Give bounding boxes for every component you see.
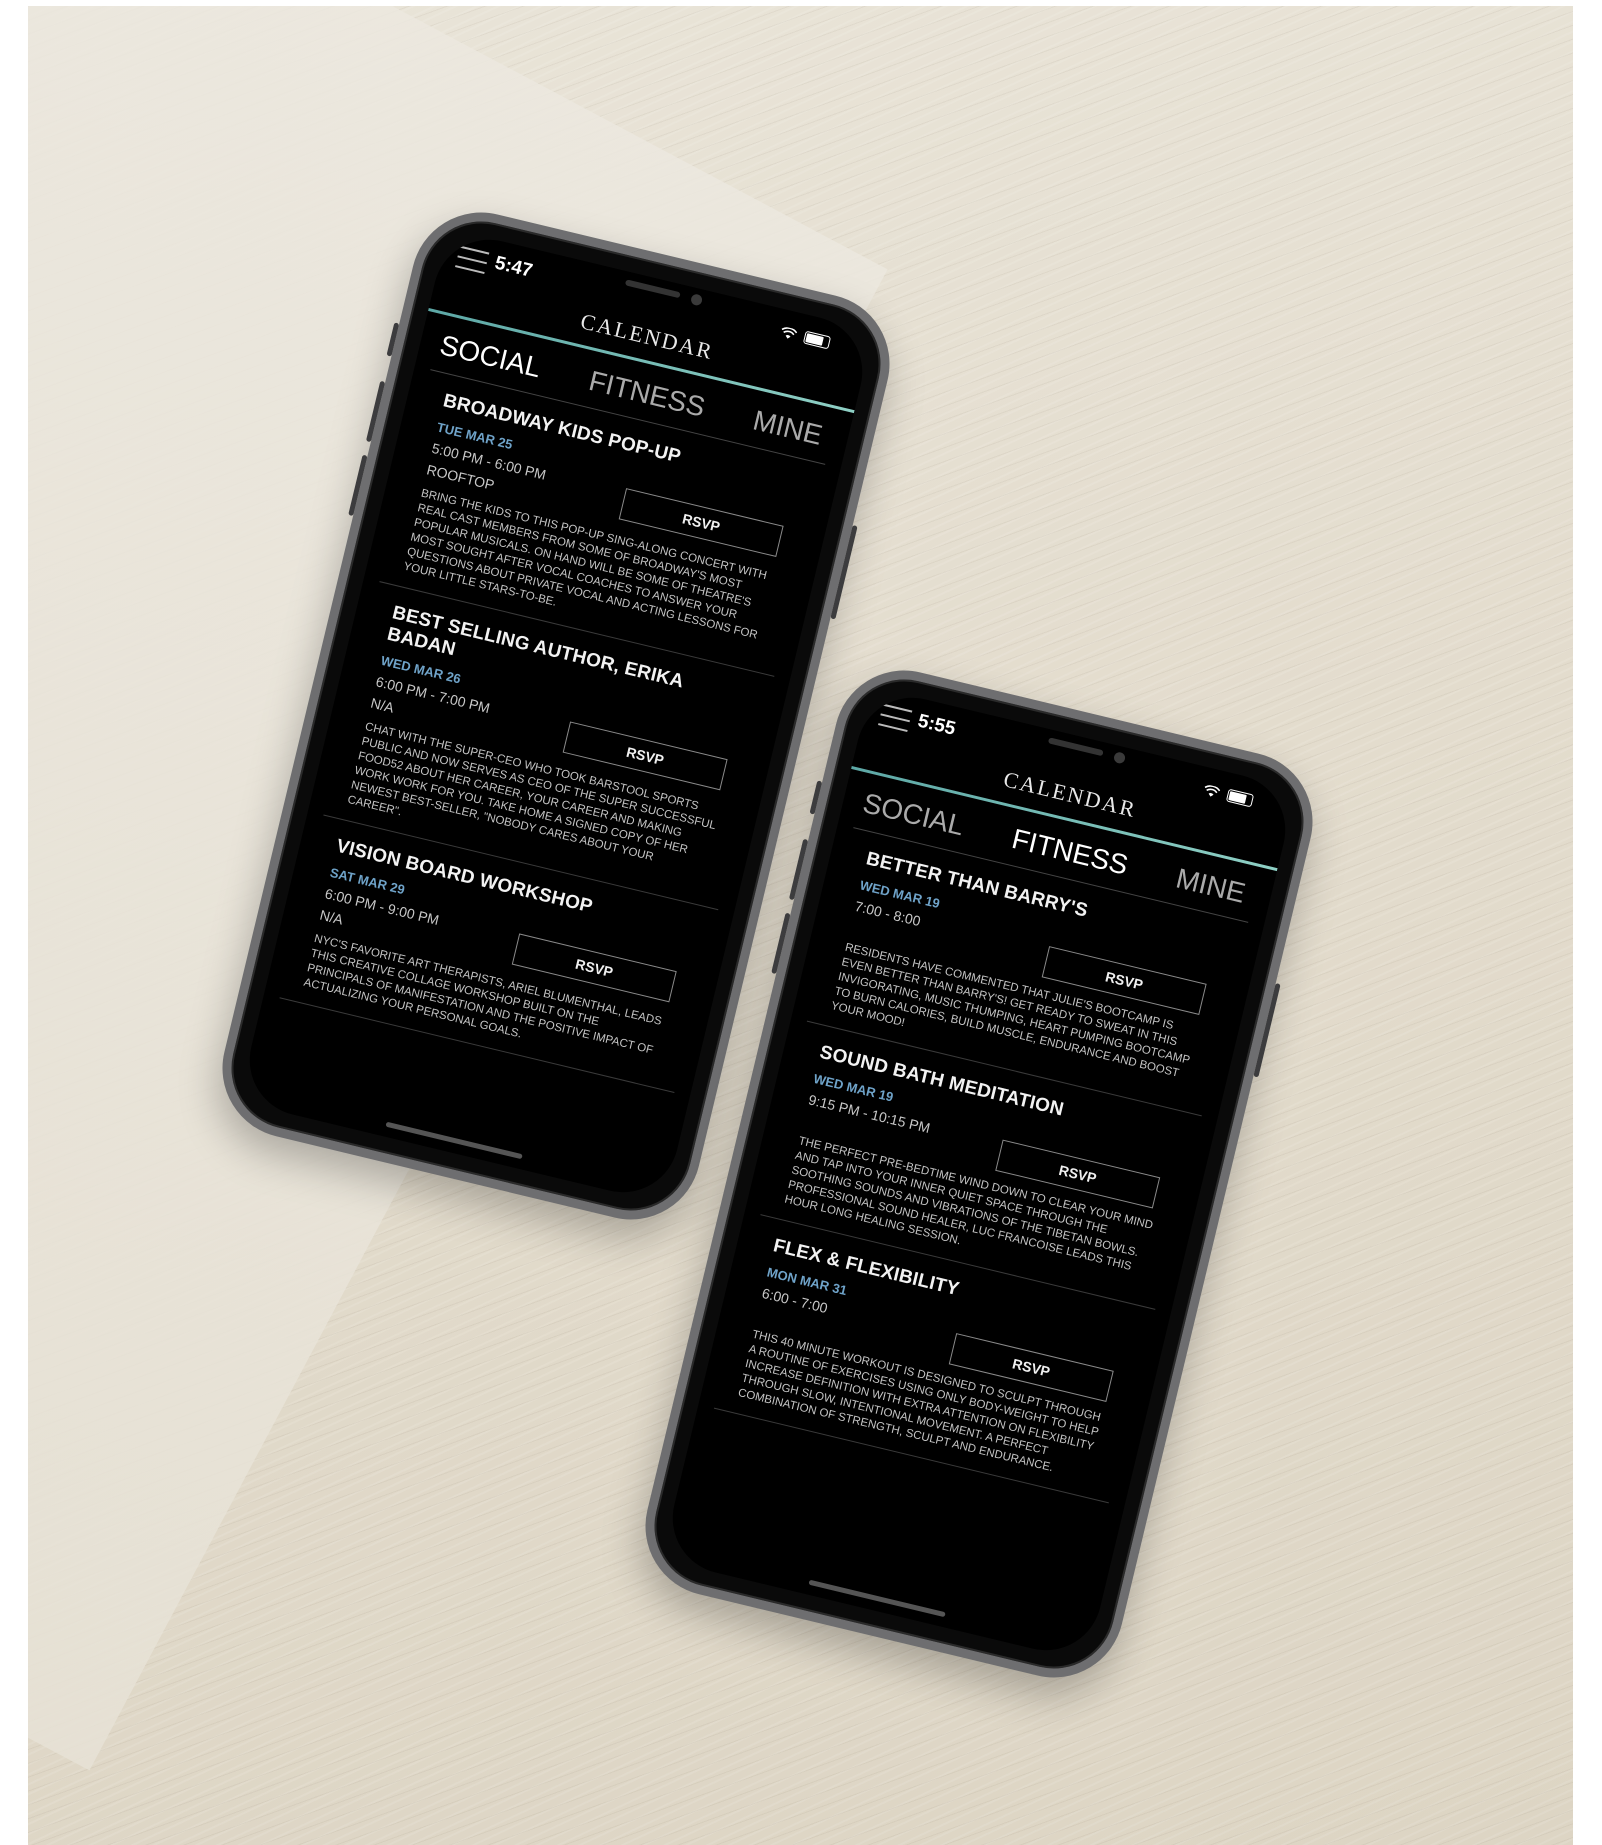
home-indicator[interactable] xyxy=(808,1579,946,1618)
tab-mine[interactable]: MINE xyxy=(750,404,825,451)
front-camera xyxy=(1112,751,1127,765)
tab-mine[interactable]: MINE xyxy=(1173,862,1248,909)
front-camera xyxy=(689,293,704,307)
hamburger-menu-icon[interactable] xyxy=(453,245,490,282)
wifi-icon xyxy=(1204,784,1221,797)
battery-icon xyxy=(802,330,832,350)
battery-icon xyxy=(1225,788,1255,808)
home-indicator[interactable] xyxy=(385,1121,523,1160)
hamburger-menu-icon[interactable] xyxy=(876,703,913,740)
speaker-grille xyxy=(1047,737,1104,757)
status-icons xyxy=(779,325,832,350)
speaker-grille xyxy=(624,279,681,299)
status-time: 5:55 xyxy=(915,710,958,740)
status-icons xyxy=(1202,783,1255,808)
wifi-icon xyxy=(781,326,798,339)
status-time: 5:47 xyxy=(492,252,535,282)
